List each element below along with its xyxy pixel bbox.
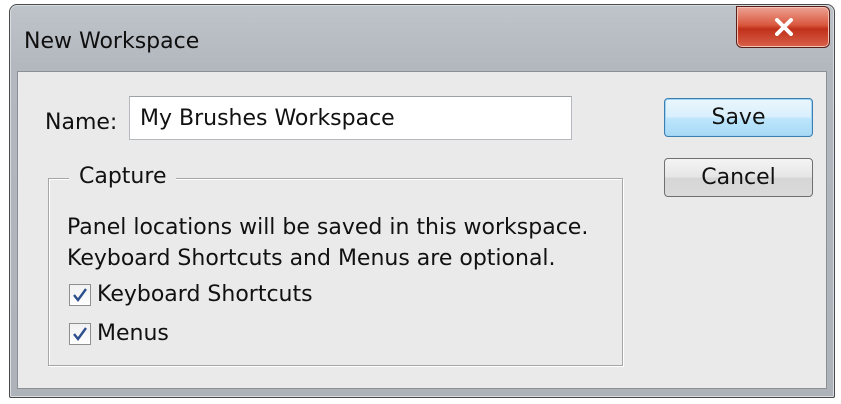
description-line-2: Keyboard Shortcuts and Menus are optiona… <box>67 246 556 271</box>
description-line-1: Panel locations will be saved in this wo… <box>67 215 589 240</box>
capture-group: Capture Panel locations will be saved in… <box>48 164 623 366</box>
keyboard-shortcuts-checkbox[interactable] <box>69 284 91 306</box>
close-button[interactable] <box>736 6 830 48</box>
dialog-title: New Workspace <box>24 29 200 54</box>
new-workspace-dialog: New Workspace Name: Save Cancel Capture … <box>9 4 835 398</box>
cancel-button[interactable]: Cancel <box>664 158 813 197</box>
name-label: Name: <box>45 110 118 135</box>
keyboard-shortcuts-label: Keyboard Shortcuts <box>97 282 313 307</box>
capture-legend: Capture <box>69 164 177 189</box>
save-button[interactable]: Save <box>664 98 813 137</box>
checkmark-icon <box>73 288 87 302</box>
name-input[interactable] <box>129 96 572 140</box>
close-x-icon <box>775 18 793 36</box>
menus-label: Menus <box>97 321 169 346</box>
checkmark-icon <box>73 327 87 341</box>
title-bar[interactable]: New Workspace <box>10 5 834 71</box>
capture-description: Panel locations will be saved in this wo… <box>67 212 588 274</box>
menus-checkbox[interactable] <box>69 323 91 345</box>
dialog-body: Name: Save Cancel Capture Panel location… <box>17 71 827 389</box>
